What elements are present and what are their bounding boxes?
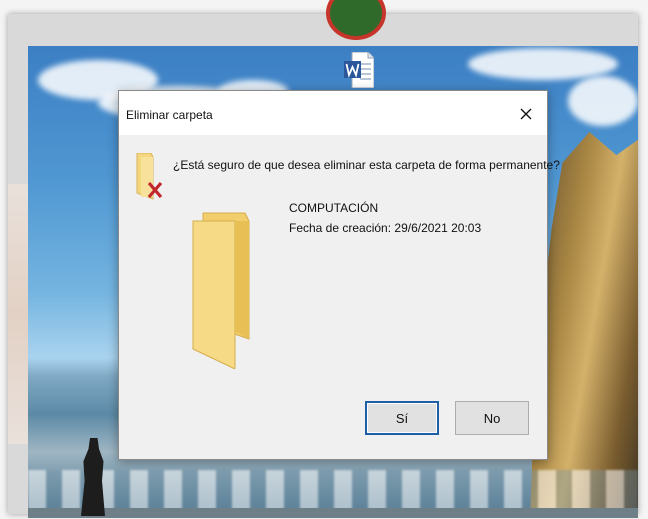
shore (28, 508, 638, 518)
folder-icon (189, 209, 255, 370)
close-button[interactable] (511, 99, 541, 129)
word-document-icon[interactable] (344, 51, 375, 89)
close-icon (520, 108, 532, 120)
cloud (568, 76, 638, 126)
folder-name: COMPUTACIÓN (289, 201, 379, 215)
cloud (468, 48, 618, 80)
dialog-titlebar: Eliminar carpeta (119, 91, 547, 135)
folder-creation-date: Fecha de creación: 29/6/2021 20:03 (289, 221, 482, 235)
delete-folder-dialog: Eliminar carpeta ¿Está seguro de que des… (118, 90, 560, 460)
decorative-circle (326, 0, 386, 40)
confirm-question: ¿Está seguro de que desea eliminar esta … (173, 158, 560, 172)
no-button[interactable]: No (455, 401, 529, 435)
folder-delete-icon (135, 152, 165, 211)
sea-waves (28, 470, 638, 510)
yes-button[interactable]: Sí (365, 401, 439, 435)
dialog-title: Eliminar carpeta (126, 108, 213, 122)
